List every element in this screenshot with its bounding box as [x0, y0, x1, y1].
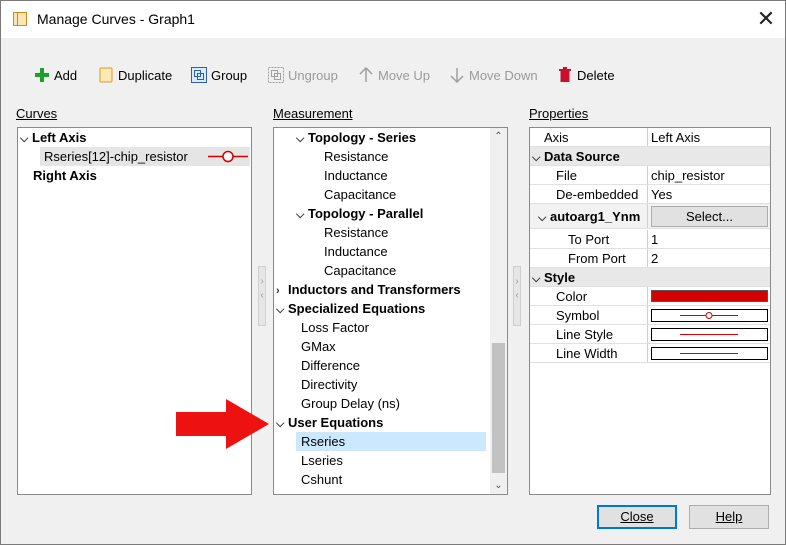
prop-row-to-port[interactable]: To Port 1	[530, 230, 770, 249]
move-up-button[interactable]: Move Up	[357, 64, 430, 86]
chevron-down-icon[interactable]: ⌵	[538, 206, 550, 231]
prop-row-axis[interactable]: Axis Left Axis	[530, 128, 770, 147]
prop-row-autoarg[interactable]: ⌵ autoarg1_Ynm Select...	[530, 204, 770, 229]
ungroup-icon	[267, 66, 285, 84]
prop-group-data-source[interactable]: ⌵ Data Source	[530, 147, 770, 166]
user-equations-node[interactable]: ⌵ User Equations	[276, 413, 383, 432]
scroll-down-icon[interactable]: ⌄	[490, 477, 507, 494]
chevron-down-icon[interactable]: ⌵	[276, 415, 288, 434]
list-item[interactable]: Resistance	[324, 223, 388, 242]
close-window-button[interactable]: ✕	[753, 6, 779, 32]
list-item[interactable]: Loss Factor	[301, 318, 369, 337]
chevron-down-icon[interactable]: ⌵	[296, 206, 308, 225]
duplicate-label: Duplicate	[118, 67, 173, 83]
list-item[interactable]: Cshunt	[301, 470, 342, 489]
ungroup-button[interactable]: Ungroup	[267, 64, 338, 86]
move-down-label: Move Down	[469, 67, 538, 83]
plus-icon	[33, 66, 51, 84]
window-title: Manage Curves - Graph1	[37, 11, 195, 27]
list-item[interactable]: Inductance	[324, 242, 388, 261]
left-axis-node[interactable]: ⌵ Left Axis	[20, 128, 86, 147]
list-item[interactable]: Inductance	[324, 166, 388, 185]
delete-label: Delete	[577, 67, 615, 83]
curve-item-label: Rseries[12]-chip_resistor	[44, 149, 188, 164]
properties-label: Properties	[529, 106, 589, 121]
chevron-down-icon[interactable]: ⌵	[276, 301, 288, 320]
right-axis-node[interactable]: Right Axis	[33, 166, 97, 185]
arrow-up-icon	[357, 66, 375, 84]
title-bar: Manage Curves - Graph1 ✕	[1, 1, 785, 38]
measurement-panel: ⌵ Topology - Series Resistance Inductance…	[273, 127, 508, 495]
delete-button[interactable]: Delete	[556, 64, 615, 86]
list-item-selected[interactable]: Rseries	[296, 432, 486, 451]
app-icon	[13, 12, 27, 26]
curve-symbol-icon	[208, 147, 248, 166]
prop-row-file[interactable]: File chip_resistor	[530, 166, 770, 185]
splitter-left[interactable]: › ‹	[258, 266, 266, 326]
topology-parallel-node[interactable]: ⌵ Topology - Parallel	[296, 204, 423, 223]
curve-item[interactable]: Rseries[12]-chip_resistor	[40, 147, 250, 166]
list-item[interactable]: Resistance	[324, 147, 388, 166]
measurement-label: Measurement	[273, 106, 353, 121]
line-style-swatch[interactable]	[651, 328, 768, 341]
topology-series-node[interactable]: ⌵ Topology - Series	[296, 128, 416, 147]
prop-row-from-port[interactable]: From Port 2	[530, 249, 770, 268]
measurement-scrollbar[interactable]: ⌃ ⌄	[490, 128, 507, 494]
curves-label: Curves	[16, 106, 58, 121]
prop-row-color[interactable]: Color	[530, 287, 770, 306]
move-down-button[interactable]: Move Down	[448, 64, 538, 86]
group-icon	[190, 66, 208, 84]
list-item[interactable]: Lseries	[301, 451, 343, 470]
list-item[interactable]: Capacitance	[324, 185, 396, 204]
list-item[interactable]: GMax	[301, 337, 336, 356]
scroll-thumb[interactable]	[492, 343, 505, 473]
line-width-swatch[interactable]	[651, 347, 768, 360]
prop-group-style[interactable]: ⌵ Style	[530, 268, 770, 287]
prop-row-symbol[interactable]: Symbol	[530, 306, 770, 325]
prop-row-line-width[interactable]: Line Width	[530, 344, 770, 363]
add-label: Add	[54, 67, 78, 83]
group-label: Group	[211, 67, 248, 83]
close-button[interactable]: Close	[597, 505, 677, 529]
list-item[interactable]: Capacitance	[324, 261, 396, 280]
arrow-down-icon	[448, 66, 466, 84]
list-item[interactable]: Difference	[301, 356, 360, 375]
select-button[interactable]: Select...	[651, 206, 768, 227]
specialized-node[interactable]: ⌵ Specialized Equations	[276, 299, 425, 318]
properties-panel: Axis Left Axis ⌵ Data Source File chip_re…	[529, 127, 771, 495]
list-item[interactable]: Group Delay (ns)	[301, 394, 400, 413]
symbol-swatch[interactable]	[651, 309, 768, 322]
color-swatch[interactable]	[651, 290, 768, 302]
group-button[interactable]: Group	[190, 64, 247, 86]
duplicate-icon	[97, 66, 115, 84]
help-button[interactable]: Help	[689, 505, 769, 529]
move-up-label: Move Up	[378, 67, 431, 83]
chevron-down-icon[interactable]: ⌵	[20, 130, 32, 149]
chevron-down-icon[interactable]: ⌵	[296, 130, 308, 149]
duplicate-button[interactable]: Duplicate	[97, 64, 172, 86]
prop-row-line-style[interactable]: Line Style	[530, 325, 770, 344]
scroll-up-icon[interactable]: ⌃	[490, 128, 507, 145]
add-button[interactable]: Add	[33, 64, 77, 86]
ungroup-label: Ungroup	[288, 67, 338, 83]
manage-curves-window: Manage Curves - Graph1 ✕ Add Duplicate G…	[0, 0, 786, 545]
list-item[interactable]: Directivity	[301, 375, 357, 394]
red-arrow-icon	[176, 399, 271, 452]
splitter-right[interactable]: › ‹	[513, 266, 521, 326]
trash-icon	[556, 66, 574, 84]
prop-row-deembedded[interactable]: De-embedded Yes	[530, 185, 770, 204]
inductors-node[interactable]: › Inductors and Transformers	[276, 280, 461, 299]
